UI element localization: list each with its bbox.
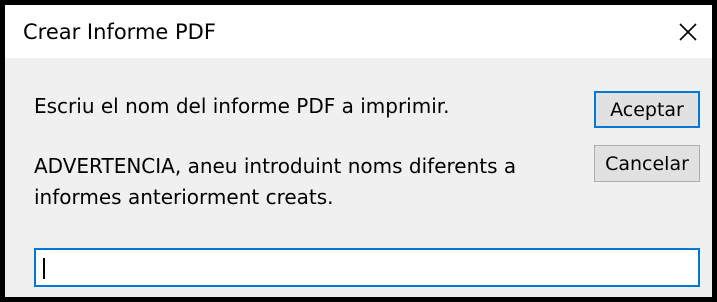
cancel-button[interactable]: Cancelar [594, 145, 700, 182]
title-bar[interactable]: Crear Informe PDF [5, 5, 712, 58]
text-caret [43, 258, 45, 279]
accept-button[interactable]: Aceptar [594, 91, 700, 128]
instruction-text: Escriu el nom del informe PDF a imprimir… [34, 94, 450, 118]
warning-text: ADVERTENCIA, aneu introduint noms difere… [34, 151, 516, 213]
report-name-input[interactable] [34, 248, 700, 287]
close-icon [679, 22, 697, 41]
warning-line-2: informes anteriorment creats. [34, 185, 334, 209]
warning-line-1: ADVERTENCIA, aneu introduint noms difere… [34, 154, 517, 178]
window-title: Crear Informe PDF [23, 20, 216, 44]
close-button[interactable] [664, 5, 712, 58]
create-pdf-report-dialog: Crear Informe PDF Escriu el nom del info… [0, 0, 717, 302]
